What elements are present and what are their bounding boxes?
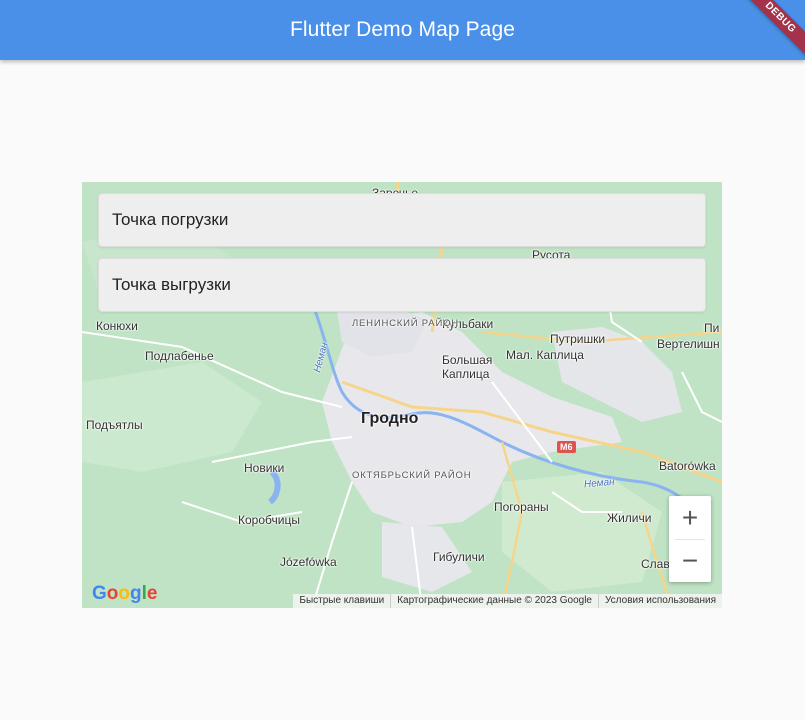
debug-banner: DEBUG — [735, 0, 805, 60]
google-logo[interactable]: Google — [92, 583, 157, 605]
map-label-place: Мал. Каплица — [506, 348, 584, 362]
zoom-control: + − — [669, 496, 711, 582]
dropoff-point-placeholder: Точка выгрузки — [112, 275, 231, 294]
map-label-place: Конюхи — [96, 319, 138, 333]
map-attribution: Быстрые клавиши Картографические данные … — [293, 594, 722, 608]
map-label-place: Подъятлы — [86, 418, 143, 432]
map-label-place: Józefówka — [280, 555, 337, 569]
map-label-place: Путришки — [550, 332, 606, 346]
map-label-district: ОКТЯБРЬСКИЙ РАЙОН — [352, 470, 472, 481]
map-label-place: Большая Каплица — [442, 353, 493, 381]
zoom-divider — [675, 539, 705, 540]
map-data-text: Картографические данные © 2023 Google — [390, 594, 598, 608]
zoom-in-button[interactable]: + — [669, 496, 711, 539]
page-title: Flutter Demo Map Page — [289, 18, 516, 41]
map-label-city: Гродно — [361, 410, 419, 427]
map-label-district: ЛЕНИНСКИЙ РАЙОН — [352, 318, 459, 329]
map-label-place: Подлабенье — [145, 349, 214, 363]
google-map[interactable]: Заречье Русота Конюхи Кульбаки Путришки … — [82, 182, 722, 608]
map-label-place: Жиличи — [607, 511, 652, 525]
map-label-place: Вертелишн — [657, 337, 720, 351]
zoom-out-button[interactable]: − — [669, 539, 711, 582]
map-label-place: Гибуличи — [433, 550, 485, 564]
pickup-point-field[interactable]: Точка погрузки — [98, 193, 706, 247]
map-label-place: Новики — [244, 461, 285, 475]
dropoff-point-field[interactable]: Точка выгрузки — [98, 258, 706, 312]
map-label-place: Погораны — [494, 500, 549, 514]
pickup-point-placeholder: Точка погрузки — [112, 210, 229, 229]
map-label-place: Коробчицы — [238, 513, 300, 527]
map-label-place: Пи — [704, 321, 720, 335]
terms-link[interactable]: Условия использования — [598, 594, 722, 608]
keyboard-shortcuts-link[interactable]: Быстрые клавиши — [293, 594, 390, 608]
road-badge: M6 — [557, 441, 576, 453]
map-label-place: Batorówka — [659, 459, 716, 473]
map-label-place: Слав — [641, 557, 670, 571]
app-bar: Flutter Demo Map Page DEBUG — [0, 0, 805, 60]
